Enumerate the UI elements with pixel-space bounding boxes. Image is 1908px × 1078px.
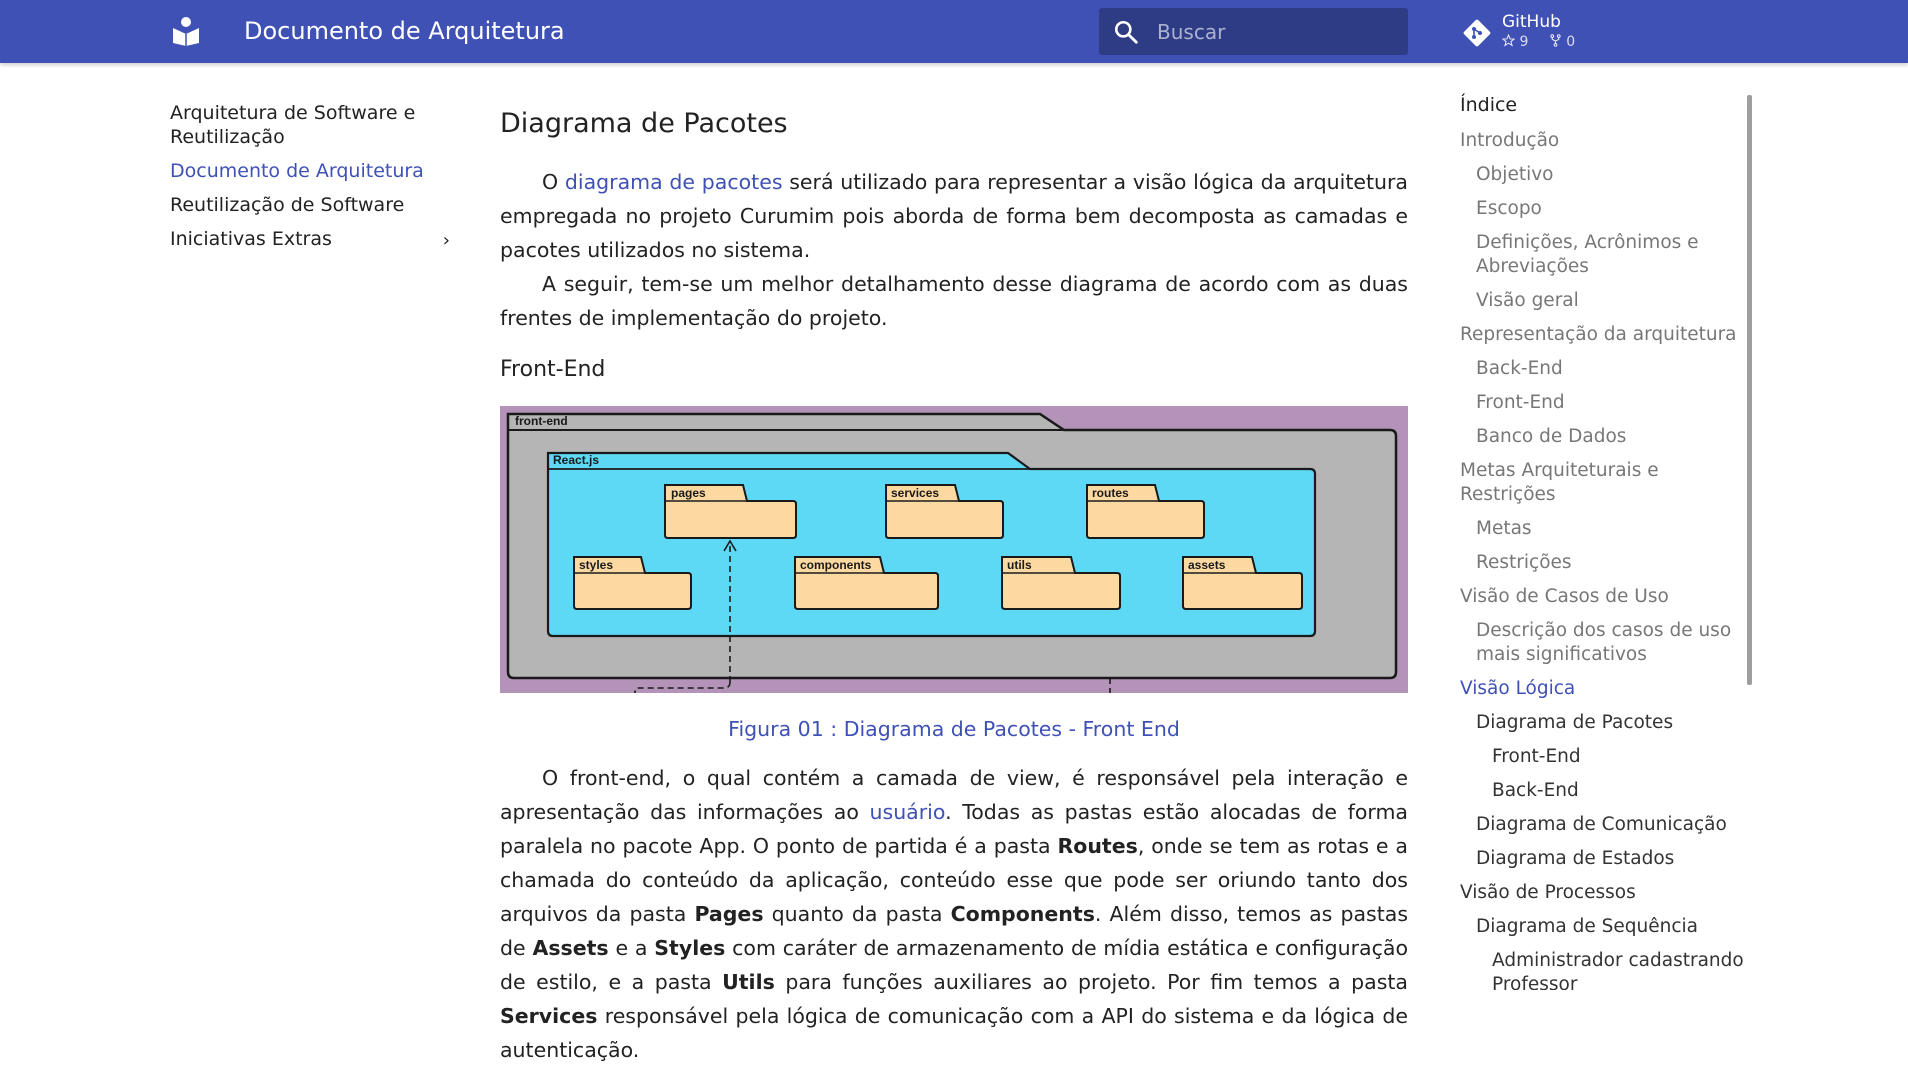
toc-item-back-end[interactable]: Back-End: [1460, 352, 1750, 386]
github-repo-link[interactable]: GitHub 9 0: [1460, 10, 1610, 54]
toc-item-descricao-casos[interactable]: Descrição dos casos de uso mais signific…: [1460, 614, 1750, 672]
table-of-contents: Índice Introdução Objetivo Escopo Defini…: [1460, 94, 1750, 990]
toc-item-diagrama-estados[interactable]: Diagrama de Estados: [1460, 842, 1750, 876]
search-icon[interactable]: [1113, 19, 1139, 45]
search-input[interactable]: [1157, 8, 1397, 55]
text-span: O: [542, 170, 565, 194]
folder-label: utils: [1007, 558, 1032, 572]
section-title-front-end: Front-End: [500, 357, 606, 382]
front-end-paragraph: O front-end, o qual contém a camada de v…: [500, 761, 1408, 1067]
toc-item-front-end[interactable]: Front-End: [1460, 386, 1750, 420]
toc-item-metas[interactable]: Metas: [1460, 512, 1750, 546]
toc-item-metas-restricoes[interactable]: Metas Arquiteturais e Restrições: [1460, 454, 1750, 512]
folder-label: styles: [579, 558, 613, 572]
bold-term: Services: [500, 1004, 598, 1028]
toc-item-escopo[interactable]: Escopo: [1460, 192, 1750, 226]
folder-label: services: [891, 486, 939, 500]
detail-paragraph: A seguir, tem-se um melhor detalhamento …: [500, 272, 1408, 330]
bold-term: Assets: [532, 936, 609, 960]
toc-clip: Administrador cadastrando Professor: [1460, 944, 1750, 990]
top-header: Documento de Arquitetura GitHub 9 0: [0, 0, 1908, 63]
link-diagrama-pacotes[interactable]: diagrama de pacotes: [565, 170, 783, 194]
repo-facts: 9 0: [1501, 33, 1591, 50]
search-box[interactable]: [1099, 8, 1408, 55]
forks-count: 0: [1549, 34, 1583, 50]
text-span: responsável pela lógica de comunicação c…: [500, 1004, 1408, 1062]
chevron-right-icon: ›: [442, 230, 450, 251]
toc-item-back-end-sub[interactable]: Back-End: [1460, 774, 1750, 808]
text-span: para funções auxiliares ao projeto. Por …: [774, 970, 1408, 994]
nav-item-reutilizacao-software[interactable]: Reutilização de Software: [170, 188, 450, 222]
toc-item-restricoes[interactable]: Restrições: [1460, 546, 1750, 580]
toc-item-representacao[interactable]: Representação da arquitetura: [1460, 318, 1750, 352]
bold-term: Pages: [694, 902, 764, 926]
folder-label: routes: [1092, 486, 1129, 500]
toc-item-visao-processos[interactable]: Visão de Processos: [1460, 876, 1750, 910]
bold-term: Utils: [722, 970, 775, 994]
folder-label: components: [800, 558, 872, 572]
text-span: quanto da pasta: [763, 902, 951, 926]
git-icon: [1463, 19, 1491, 47]
stars-count: 9: [1501, 33, 1536, 50]
package-diagram: front-end React.js pages services routes…: [506, 412, 1398, 693]
bold-term: Styles: [654, 936, 726, 960]
toc-title: Índice: [1460, 94, 1518, 116]
nav-item-label: Iniciativas Extras: [170, 228, 332, 250]
primary-nav: Arquitetura de Software e Reutilização D…: [170, 96, 450, 256]
toc-item-diagrama-pacotes[interactable]: Diagrama de Pacotes: [1460, 706, 1750, 740]
toc-item-casos-uso[interactable]: Visão de Casos de Uso: [1460, 580, 1750, 614]
nav-item-iniciativas-extras[interactable]: Iniciativas Extras ›: [170, 222, 450, 256]
link-usuario[interactable]: usuário: [870, 800, 946, 824]
text-span: e a: [608, 936, 655, 960]
folder-label: pages: [671, 486, 706, 500]
main-content: Diagrama de Pacotes O diagrama de pacote…: [500, 108, 1408, 1067]
package-label: front-end: [515, 414, 568, 428]
toc-item-diagrama-comunicacao[interactable]: Diagrama de Comunicação: [1460, 808, 1750, 842]
forks-value: 0: [1566, 34, 1576, 50]
bold-term: Components: [950, 902, 1095, 926]
toc-item-front-end-sub[interactable]: Front-End: [1460, 740, 1750, 774]
nav-item-documento-arquitetura[interactable]: Documento de Arquitetura: [170, 154, 450, 188]
stars-value: 9: [1519, 34, 1529, 50]
toc-item-diagrama-sequencia[interactable]: Diagrama de Sequência: [1460, 910, 1750, 944]
fork-icon: [1550, 34, 1561, 47]
toc-item-definicoes[interactable]: Definições, Acrônimos e Abreviações: [1460, 226, 1750, 284]
bold-term: Routes: [1057, 834, 1138, 858]
toc-item-objetivo[interactable]: Objetivo: [1460, 158, 1750, 192]
figure-caption: Figura 01 : Diagrama de Pacotes - Front …: [728, 717, 1180, 741]
toc-item-introducao[interactable]: Introdução: [1460, 124, 1750, 158]
book-open-icon[interactable]: [172, 16, 200, 46]
package-label: React.js: [553, 453, 599, 467]
toc-scrollbar[interactable]: [1747, 95, 1752, 685]
toc-item-visao-logica[interactable]: Visão Lógica: [1460, 672, 1750, 706]
nav-item-arquitetura-software[interactable]: Arquitetura de Software e Reutilização: [170, 96, 450, 154]
toc-item-banco-dados[interactable]: Banco de Dados: [1460, 420, 1750, 454]
site-title[interactable]: Documento de Arquitetura: [244, 17, 565, 45]
toc-item-visao-geral[interactable]: Visão geral: [1460, 284, 1750, 318]
package-diagram-figure: front-end React.js pages services routes…: [500, 406, 1408, 693]
folder-label: assets: [1188, 558, 1226, 572]
toc-item-admin-professor[interactable]: Administrador cadastrando Professor: [1460, 944, 1750, 990]
repo-name: GitHub: [1502, 12, 1561, 32]
star-icon: [1501, 33, 1516, 47]
intro-paragraph: O diagrama de pacotes será utilizado par…: [500, 165, 1408, 267]
page-title: Diagrama de Pacotes: [500, 108, 788, 139]
